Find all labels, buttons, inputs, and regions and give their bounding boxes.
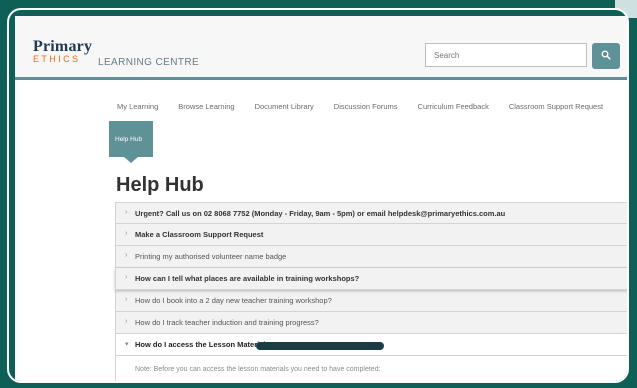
nav-discussion-forums[interactable]: Discussion Forums: [334, 102, 398, 116]
accordion-item-label: Make a Classroom Support Request: [135, 230, 264, 239]
accordion-item-book-workshop[interactable]: › How do I book into a 2 day new teacher…: [115, 290, 627, 312]
accordion-item-label: How can I tell what places are available…: [135, 274, 360, 283]
lesson-materials-note: Note: Before you can access the lesson m…: [135, 366, 381, 373]
search-button[interactable]: [592, 43, 620, 69]
accordion-item-label: Urgent? Call us on 02 8068 7752 (Monday …: [135, 209, 506, 218]
chevron-right-icon: ›: [125, 209, 128, 216]
logo-primary-text: Primary: [33, 38, 93, 55]
accordion-item-training-places[interactable]: › How can I tell what places are availab…: [115, 268, 627, 290]
accordion-panel-lesson-materials: Note: Before you can access the lesson m…: [115, 356, 627, 381]
accordion-item-label: How do I book into a 2 day new teacher t…: [135, 296, 332, 305]
chevron-down-icon: ▾: [125, 341, 129, 348]
chevron-right-icon: ›: [125, 296, 128, 303]
accordion-item-label: How do I access the Lesson Materials?: [135, 340, 275, 349]
page-title: Help Hub: [116, 174, 204, 196]
nav-curriculum-feedback[interactable]: Curriculum Feedback: [418, 102, 489, 116]
accordion-item-name-badge[interactable]: › Printing my authorised volunteer name …: [115, 246, 627, 268]
main-nav: My Learning Browse Learning Document Lib…: [117, 102, 627, 116]
accordion-item-label: Printing my authorised volunteer name ba…: [135, 252, 287, 261]
logo-ethics-text: ETHICS: [33, 54, 81, 64]
search-input[interactable]: [425, 43, 587, 67]
browser-screen: Primary ETHICS LEARNING CENTRE My Learni…: [15, 16, 627, 381]
chevron-right-icon: ›: [125, 318, 128, 325]
chevron-right-icon: ›: [125, 230, 128, 237]
accordion-item-label: How do I track teacher induction and tra…: [135, 318, 319, 327]
nav-document-library[interactable]: Document Library: [255, 102, 314, 116]
device-frame: Primary ETHICS LEARNING CENTRE My Learni…: [7, 8, 629, 383]
tab-help-hub[interactable]: Help Hub: [109, 121, 153, 163]
logo-centre-text: LEARNING CENTRE: [98, 57, 200, 68]
chevron-right-icon: ›: [125, 274, 128, 281]
accordion-item-track-progress[interactable]: › How do I track teacher induction and t…: [115, 312, 627, 334]
nav-classroom-support-request[interactable]: Classroom Support Request: [509, 102, 603, 116]
help-accordion: › Urgent? Call us on 02 8068 7752 (Monda…: [115, 202, 627, 381]
accordion-item-classroom-support[interactable]: › Make a Classroom Support Request: [115, 224, 627, 246]
nav-browse-learning[interactable]: Browse Learning: [178, 102, 234, 116]
search-icon: [601, 47, 611, 65]
site-logo[interactable]: Primary ETHICS: [33, 38, 93, 65]
nav-my-learning[interactable]: My Learning: [117, 102, 158, 116]
tab-help-hub-label: Help Hub: [115, 136, 143, 143]
scroll-indicator[interactable]: [256, 342, 384, 350]
site-header: Primary ETHICS LEARNING CENTRE: [15, 16, 627, 80]
chevron-right-icon: ›: [125, 252, 128, 259]
accordion-item-urgent[interactable]: › Urgent? Call us on 02 8068 7752 (Monda…: [115, 202, 627, 224]
